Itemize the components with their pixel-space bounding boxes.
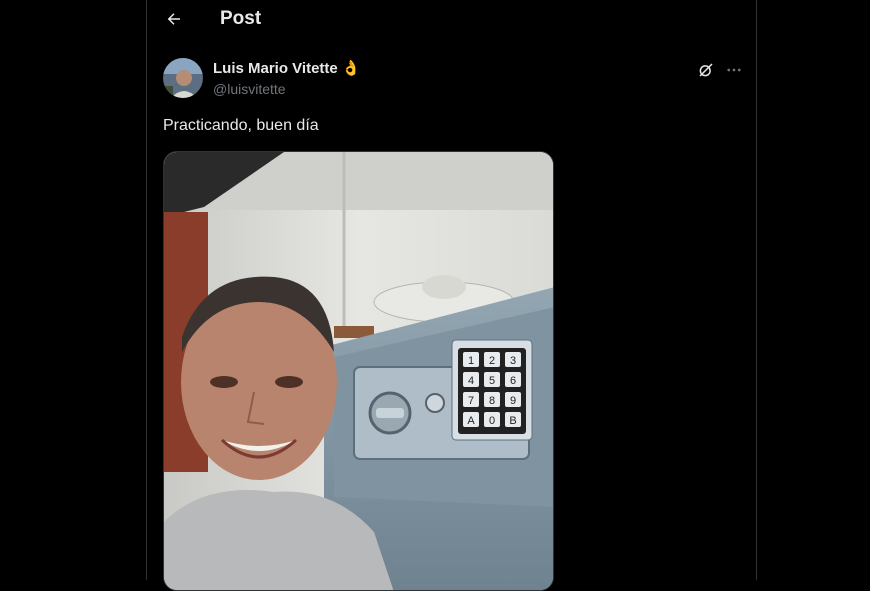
keypad-key-label: 2: [489, 355, 495, 367]
keypad-key-label: 4: [468, 375, 474, 387]
timeline-column: Post Luis Mario Vitette 👌 @luisvitette P…: [146, 0, 757, 591]
keypad-key-label: 8: [489, 395, 495, 407]
arrow-left-icon: [167, 13, 180, 25]
keypad-key-label: 0: [489, 415, 495, 427]
post-header: Post: [147, 0, 756, 40]
keypad-key-label: A: [467, 415, 475, 427]
author-handle[interactable]: @luisvitette: [213, 81, 286, 97]
keypad-key-label: 3: [510, 355, 516, 367]
author-name[interactable]: Luis Mario Vitette: [213, 60, 338, 77]
back-button[interactable]: [161, 6, 187, 32]
page-title: Post: [220, 8, 262, 29]
grok-button[interactable]: [695, 59, 717, 81]
post-photo[interactable]: 1 2 3 4 5 6 7 8 9 A 0 B: [163, 151, 554, 591]
post-text: Practicando, buen día: [163, 117, 319, 134]
avatar[interactable]: [163, 58, 203, 98]
grok-icon: [699, 63, 713, 77]
ok-hand-emoji: 👌: [341, 60, 361, 77]
more-horizontal-icon: [727, 68, 741, 72]
keypad-key-label: 7: [468, 395, 474, 407]
keypad-key-label: 5: [489, 375, 495, 387]
keypad-key-label: 6: [510, 375, 516, 387]
author-name-row: Luis Mario Vitette 👌: [213, 59, 361, 78]
keypad-key-label: B: [509, 415, 516, 427]
keypad-key-label: 9: [510, 395, 516, 407]
keypad-key-label: 1: [468, 355, 474, 367]
more-button[interactable]: [723, 59, 745, 81]
